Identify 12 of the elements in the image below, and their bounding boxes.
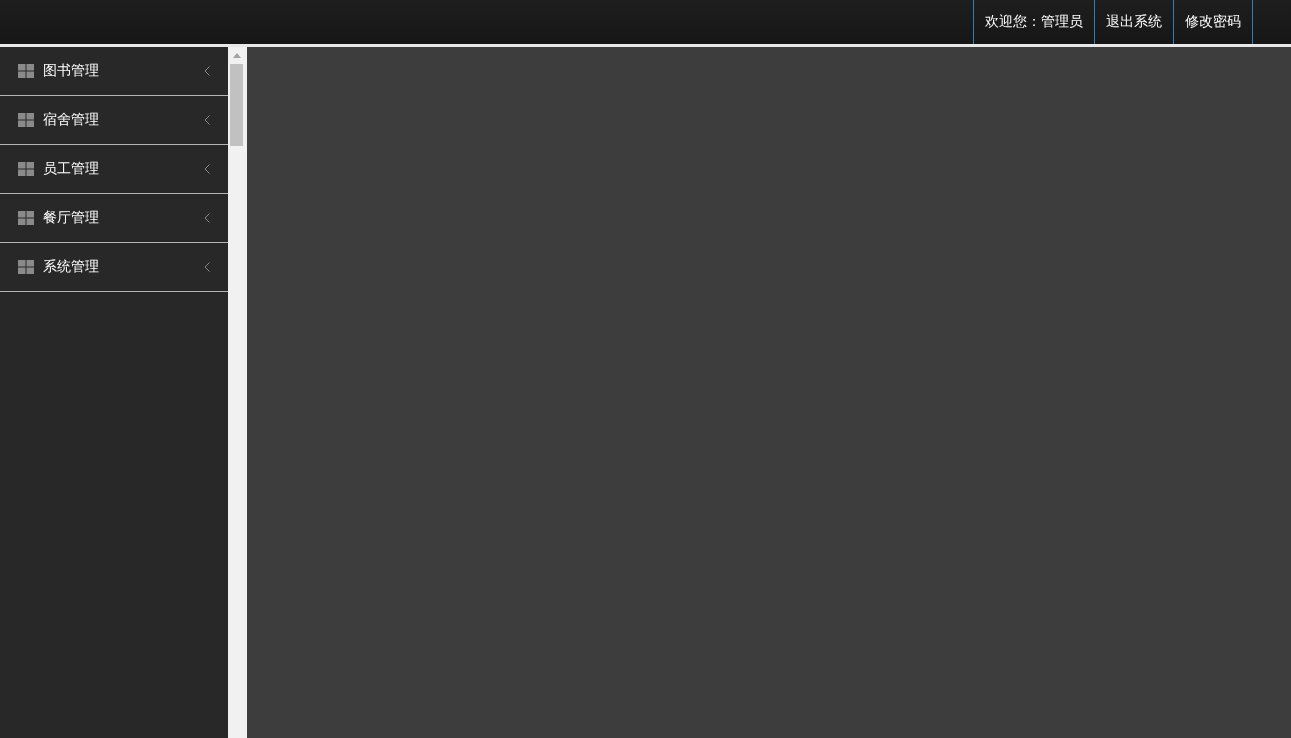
welcome-link[interactable]: 欢迎您：管理员	[973, 0, 1094, 44]
scrollbar[interactable]	[228, 47, 247, 738]
header-link[interactable]: 修改密码	[1173, 0, 1253, 44]
grid-icon	[18, 162, 34, 176]
scrollbar-thumb[interactable]	[230, 64, 243, 146]
grid-icon	[18, 64, 34, 78]
grid-icon	[18, 211, 34, 225]
sidebar-item[interactable]: 图书管理	[0, 47, 228, 96]
header-link[interactable]: 退出系统	[1094, 0, 1173, 44]
grid-icon	[18, 113, 34, 127]
scroll-up-icon[interactable]	[233, 53, 241, 58]
grid-icon	[18, 260, 34, 274]
